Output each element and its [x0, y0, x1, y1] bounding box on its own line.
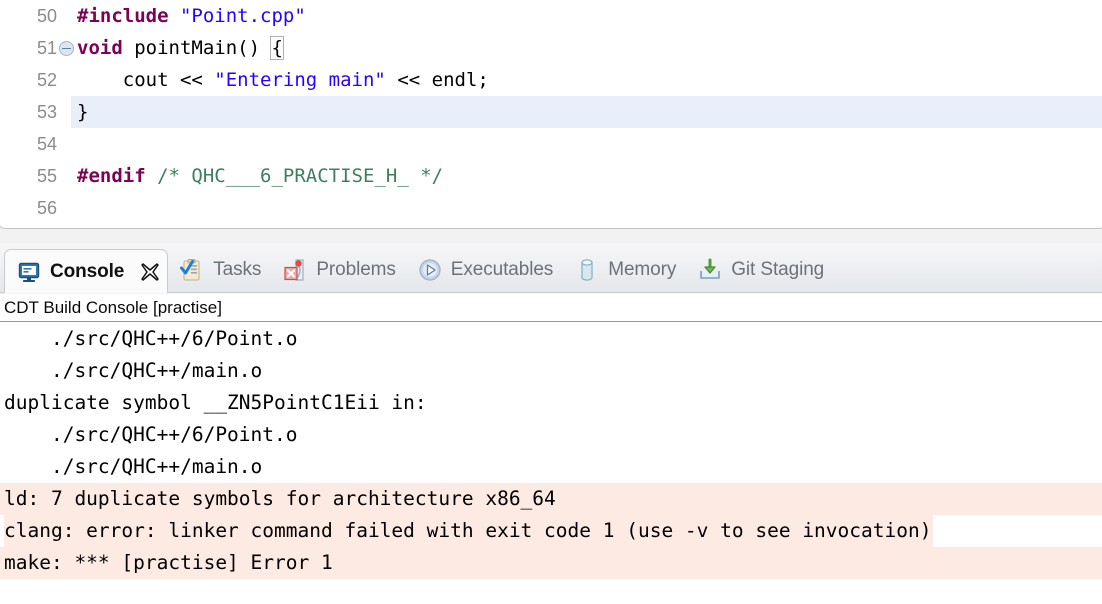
code-token-plain: cout << — [77, 69, 215, 91]
line-number: 56 — [36, 198, 57, 218]
code-token-plain: << endl; — [385, 69, 489, 91]
code-text: #include "Point.cpp" — [77, 0, 306, 32]
code-token-pre: #include — [77, 5, 180, 27]
memory-icon — [575, 258, 599, 282]
tab-label: Tasks — [213, 259, 262, 280]
view-tabs: Console Tasks Problems Executables Memory Git… — [0, 243, 1102, 293]
code-text: void pointMain() { — [77, 32, 284, 64]
tab-tasks[interactable]: Tasks — [168, 248, 271, 292]
eclipse-ide-window: 50 #include "Point.cpp" 51 void pointMain()… — [0, 0, 1102, 604]
code-token-plain: pointMain() — [122, 37, 272, 59]
bracket-match-highlight: { — [270, 36, 284, 60]
console-icon — [17, 260, 41, 284]
view-tab-strip: Console Tasks Problems Executables Memory Git… — [0, 243, 1102, 293]
console-view[interactable]: CDT Build Console [practise] ./src/QHC++… — [0, 294, 1102, 604]
code-token-str: "Entering main" — [214, 69, 386, 91]
code-line[interactable]: 53} — [0, 96, 1102, 128]
console-error-line: ld: 7 duplicate symbols for architecture… — [0, 483, 1102, 515]
line-number: 51 — [36, 38, 57, 58]
tab-label: Problems — [316, 259, 396, 280]
tab-problems[interactable]: Problems — [271, 248, 405, 292]
source-editor-panel[interactable]: 50 #include "Point.cpp" 51 void pointMain()… — [0, 0, 1102, 229]
line-number: 52 — [36, 70, 57, 90]
git-staging-icon — [698, 258, 722, 282]
line-number: 50 — [36, 6, 57, 26]
line-number: 55 — [36, 166, 57, 186]
executables-icon — [418, 258, 442, 282]
code-token-kw: void — [77, 37, 123, 59]
code-area[interactable]: 50 #include "Point.cpp" 51 void pointMain()… — [0, 0, 1102, 228]
console-error-text: clang: error: linker command failed with… — [4, 515, 934, 547]
tab-executables[interactable]: Executables — [406, 248, 563, 292]
code-line[interactable]: 55 #endif /* QHC___6_PRACTISE_H_ */ — [0, 160, 1102, 192]
code-line[interactable]: 56 — [0, 192, 1102, 224]
code-line[interactable]: 52 cout << "Entering main" << endl; — [0, 64, 1102, 96]
code-token-cmt: /* QHC___6_PRACTISE_H_ */ — [157, 165, 444, 187]
code-token-plain: } — [77, 101, 89, 123]
line-number: 54 — [36, 134, 57, 154]
console-error-line: make: *** [practise] Error 1 — [0, 547, 1102, 579]
code-line[interactable]: 50 #include "Point.cpp" — [0, 0, 1102, 32]
tab-label: Memory — [608, 259, 677, 280]
code-text: } — [77, 96, 88, 128]
code-fold-collapse-icon[interactable] — [59, 41, 74, 56]
console-title: CDT Build Console [practise] — [0, 294, 1102, 322]
tab-label: Git Staging — [731, 259, 825, 280]
code-token-pre: #endif — [77, 165, 146, 187]
tab-console[interactable]: Console — [4, 249, 169, 293]
console-output[interactable]: ./src/QHC++/6/Point.o ./src/QHC++/main.o… — [0, 322, 1102, 579]
console-output-line: ./src/QHC++/main.o — [4, 455, 263, 478]
console-output-line: ./src/QHC++/main.o — [4, 359, 263, 382]
line-number: 53 — [36, 102, 57, 122]
problems-icon — [283, 258, 307, 282]
code-text: #endif /* QHC___6_PRACTISE_H_ */ — [77, 160, 443, 192]
code-token-str: "Point.cpp" — [179, 5, 306, 27]
console-output-line: duplicate symbol __ZN5PointC1Eii in: — [4, 391, 427, 414]
console-error-line: clang: error: linker command failed with… — [0, 515, 1102, 547]
tasks-icon — [180, 258, 204, 282]
tab-label: Executables — [450, 259, 554, 280]
code-line[interactable]: 54 — [0, 128, 1102, 160]
tab-memory[interactable]: Memory — [563, 248, 686, 292]
close-icon[interactable] — [139, 261, 161, 283]
tab-label: Console — [50, 260, 125, 282]
code-line[interactable]: 51 void pointMain() { — [0, 32, 1102, 64]
console-output-line: ./src/QHC++/6/Point.o — [4, 423, 298, 446]
tab-git-staging[interactable]: Git Staging — [686, 248, 834, 292]
code-text: cout << "Entering main" << endl; — [77, 64, 489, 96]
console-output-line: ./src/QHC++/6/Point.o — [4, 327, 298, 350]
